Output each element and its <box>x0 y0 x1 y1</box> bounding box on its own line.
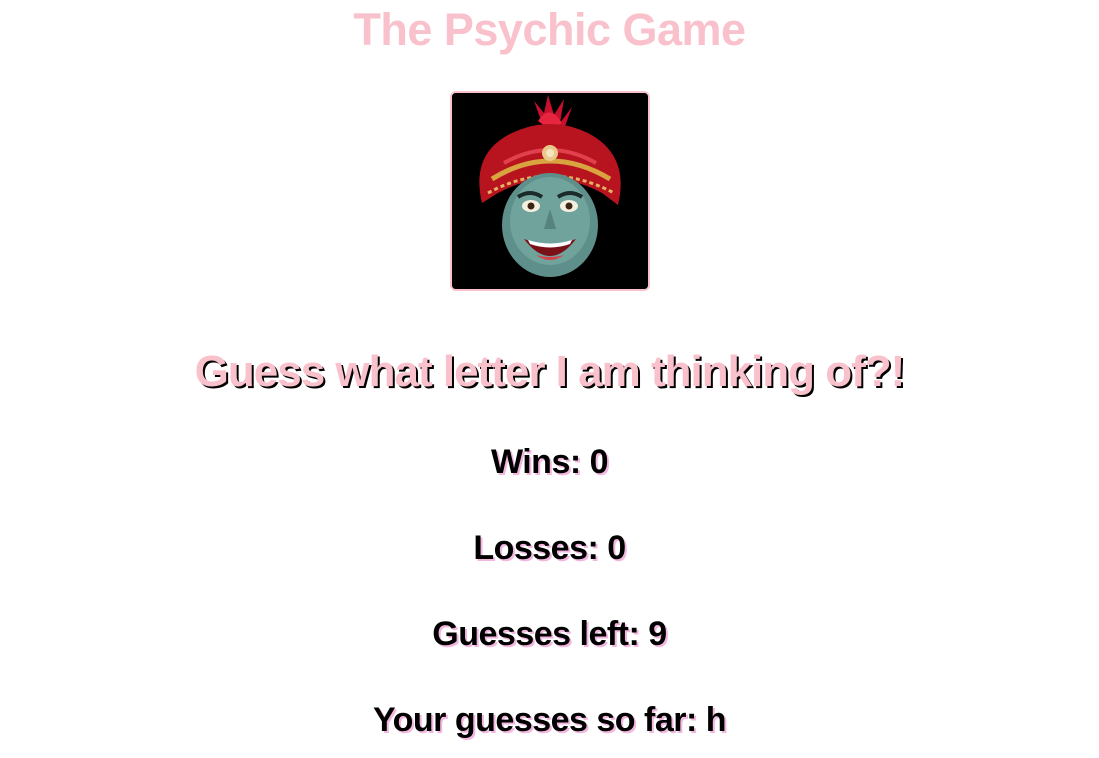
wins-label: Wins: <box>490 443 590 481</box>
game-page: The Psychic Game Guess what letter I am … <box>0 0 1099 758</box>
guesses-left-counter: Guesses left: 9 <box>0 613 1099 655</box>
wins-value: 0 <box>589 443 609 481</box>
game-prompt: Guess what letter I am thinking of?! <box>194 347 906 396</box>
wins-counter: Wins: 0 <box>0 441 1099 483</box>
psychic-portrait <box>450 91 650 291</box>
losses-value: 0 <box>607 529 626 567</box>
losses-label: Losses: <box>473 529 608 567</box>
page-title: The Psychic Game <box>353 4 746 55</box>
losses-counter: Losses: 0 <box>0 527 1099 569</box>
psychic-face-icon <box>452 93 648 289</box>
guesses-so-far-value: h <box>705 701 727 739</box>
guesses-left-value: 9 <box>648 615 667 653</box>
guesses-so-far: Your guesses so far: h <box>0 699 1099 741</box>
guesses-left-label: Guesses left: <box>432 615 649 653</box>
guesses-so-far-label: Your guesses so far: <box>372 701 706 739</box>
